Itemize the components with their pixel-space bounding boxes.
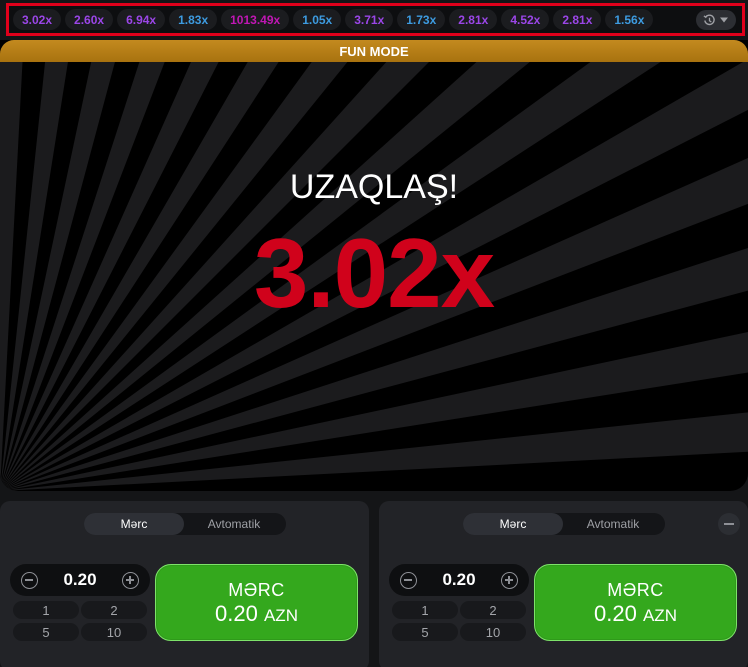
quick-amount-button[interactable]: 1 [392, 601, 458, 619]
history-multiplier: 2.81x [458, 12, 489, 27]
history-multiplier: 1.83x [178, 12, 209, 27]
history-item[interactable]: 4.52x [501, 9, 550, 30]
quick-amount-button[interactable]: 2 [460, 601, 526, 619]
history-multiplier: 2.60x [74, 12, 105, 27]
decrease-amount-button[interactable] [400, 572, 417, 589]
bet-button-label: MƏRC [607, 580, 664, 600]
history-icon [703, 14, 715, 25]
bet-button-amount: 0.20 AZN [156, 601, 357, 627]
quick-amount-button[interactable]: 5 [13, 623, 79, 641]
history-multiplier: 1.73x [406, 12, 437, 27]
history-multiplier: 6.94x [126, 12, 157, 27]
tab-bet[interactable]: Mərc [463, 513, 563, 535]
history-multiplier: 4.52x [510, 12, 541, 27]
history-multiplier: 1013.49x [230, 12, 281, 27]
bet-panel-2: Mərc Avtomatik 0.20 1 2 5 10 MƏRC 0.20 A… [379, 501, 748, 667]
flew-away-label: UZAQLAŞ! [289, 168, 459, 206]
game-screen: 3.02x 2.60x 6.94x 1.83x 1013.49x 1.05x 3… [0, 0, 748, 667]
history-multiplier: 1.56x [614, 12, 645, 27]
bet-button-currency: AZN [642, 606, 677, 625]
history-multiplier: 3.71x [354, 12, 385, 27]
decrease-amount-button[interactable] [21, 572, 38, 589]
history-toggle-button[interactable] [696, 10, 736, 30]
bet-mode-tabs: Mərc Avtomatik [463, 513, 665, 535]
bet-mode-tabs: Mərc Avtomatik [84, 513, 286, 535]
bet-button-currency: AZN [263, 606, 298, 625]
history-item[interactable]: 3.02x [13, 9, 62, 30]
history-multiplier: 3.02x [22, 12, 53, 27]
tab-auto[interactable]: Avtomatik [563, 513, 663, 535]
history-item[interactable]: 2.81x [449, 9, 498, 30]
history-multiplier: 1.05x [302, 12, 333, 27]
place-bet-button[interactable]: MƏRC 0.20 AZN [534, 564, 737, 641]
place-bet-button[interactable]: MƏRC 0.20 AZN [155, 564, 358, 641]
history-item[interactable]: 3.71x [345, 9, 394, 30]
game-area: FUN MODE UZAQLAŞ! 3.02x [0, 40, 748, 491]
bet-amount-value[interactable]: 0.20 [421, 564, 497, 596]
quick-amount-button[interactable]: 10 [460, 623, 526, 641]
bet-button-label: MƏRC [228, 580, 285, 600]
increase-amount-button[interactable] [122, 572, 139, 589]
bet-button-value: 0.20 [215, 601, 258, 626]
bet-amount-stepper: 0.20 [389, 564, 529, 596]
quick-amount-button[interactable]: 10 [81, 623, 147, 641]
history-item[interactable]: 1.56x [605, 9, 654, 30]
quick-amount-button[interactable]: 5 [392, 623, 458, 641]
bet-panel-1: Mərc Avtomatik 0.20 1 2 5 10 MƏRC 0.20 A… [0, 501, 369, 667]
bet-amount-stepper: 0.20 [10, 564, 150, 596]
history-item[interactable]: 1013.49x [221, 9, 290, 30]
tab-auto[interactable]: Avtomatik [184, 513, 284, 535]
history-item[interactable]: 1.73x [397, 9, 446, 30]
fun-mode-banner: FUN MODE [0, 40, 748, 62]
quick-amount-button[interactable]: 2 [81, 601, 147, 619]
quick-amount-button[interactable]: 1 [13, 601, 79, 619]
remove-panel-button[interactable] [718, 513, 740, 535]
increase-amount-button[interactable] [501, 572, 518, 589]
history-item[interactable]: 1.83x [169, 9, 218, 30]
tab-bet[interactable]: Mərc [84, 513, 184, 535]
bet-amount-value[interactable]: 0.20 [42, 564, 118, 596]
history-item[interactable]: 2.60x [65, 9, 114, 30]
history-fade [666, 6, 696, 33]
multiplier-history-bar: 3.02x 2.60x 6.94x 1.83x 1013.49x 1.05x 3… [6, 3, 745, 36]
fun-mode-label: FUN MODE [339, 43, 409, 59]
history-list: 3.02x 2.60x 6.94x 1.83x 1013.49x 1.05x 3… [9, 6, 692, 33]
history-item[interactable]: 6.94x [117, 9, 166, 30]
history-multiplier: 2.81x [562, 12, 593, 27]
history-item[interactable]: 1.05x [293, 9, 342, 30]
caret-down-icon [720, 17, 728, 23]
history-item[interactable]: 2.81x [553, 9, 602, 30]
bet-button-amount: 0.20 AZN [535, 601, 736, 627]
current-multiplier: 3.02x [253, 218, 495, 328]
minus-icon [724, 523, 734, 525]
bet-button-value: 0.20 [594, 601, 637, 626]
